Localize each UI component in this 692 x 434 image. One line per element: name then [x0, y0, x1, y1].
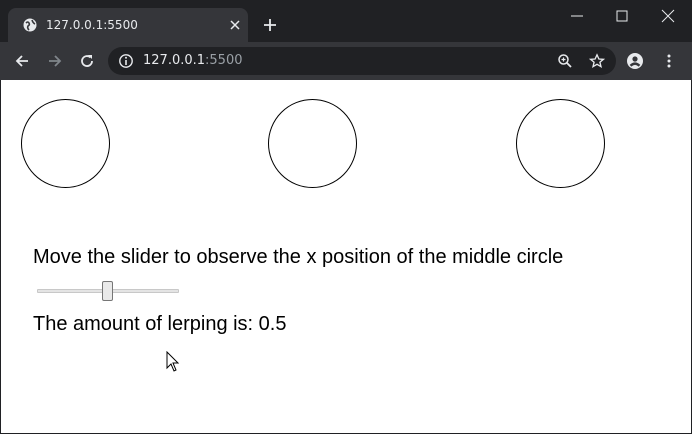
instruction-text: Move the slider to observe the x positio…: [33, 246, 564, 268]
url-host: 127.0.0.1: [143, 53, 206, 68]
left-circle: [21, 99, 110, 188]
zoom-icon[interactable]: [557, 53, 573, 69]
browser-tab[interactable]: 127.0.0.1:5500: [8, 8, 248, 42]
browser-toolbar: 127.0.0.1:5500: [0, 42, 692, 80]
forward-arrow-icon[interactable]: [47, 53, 63, 69]
minimize-icon[interactable]: [569, 8, 585, 24]
close-window-icon[interactable]: [660, 8, 676, 24]
profile-icon[interactable]: [627, 53, 643, 69]
right-circle: [516, 99, 605, 188]
reload-icon[interactable]: [79, 53, 95, 69]
maximize-icon[interactable]: [614, 8, 630, 24]
url-port: :5500: [205, 53, 243, 68]
address-bar[interactable]: 127.0.0.1:5500: [108, 47, 616, 75]
menu-dots-icon[interactable]: [661, 53, 677, 69]
slider-thumb[interactable]: [102, 281, 113, 301]
lerp-amount-text: The amount of lerping is: 0.5: [33, 313, 287, 335]
mouse-cursor-icon: [166, 351, 180, 372]
page-content: Move the slider to observe the x positio…: [0, 80, 692, 434]
info-icon[interactable]: [118, 53, 134, 69]
back-arrow-icon[interactable]: [14, 53, 30, 69]
globe-icon: [23, 18, 37, 32]
title-bar: 127.0.0.1:5500: [0, 0, 692, 42]
middle-circle: [268, 99, 357, 188]
url-text[interactable]: 127.0.0.1:5500: [143, 53, 243, 69]
tab-title: 127.0.0.1:5500: [46, 18, 138, 32]
close-icon[interactable]: [227, 17, 243, 33]
star-icon[interactable]: [589, 53, 605, 69]
new-tab-button[interactable]: [262, 17, 278, 33]
